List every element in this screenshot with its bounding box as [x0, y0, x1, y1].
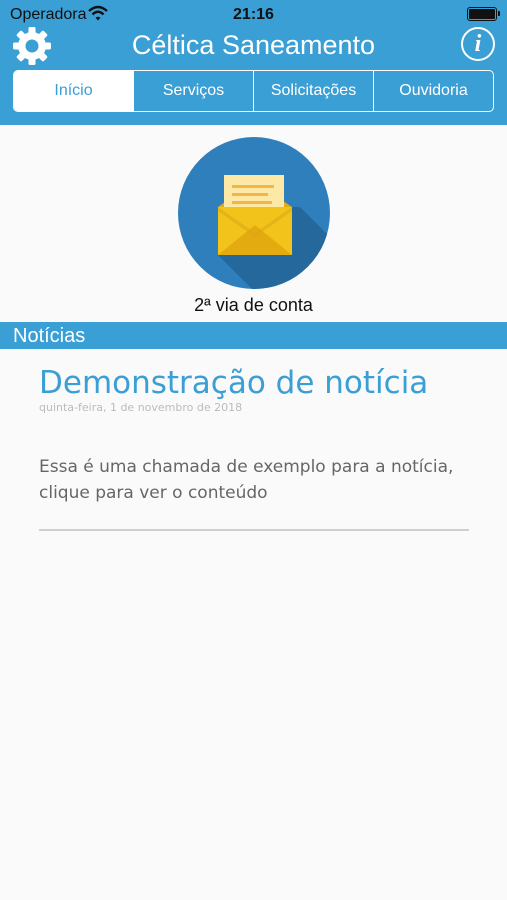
- status-bar: Operadora 21:16: [0, 0, 507, 28]
- news-section-header: Notícias: [0, 322, 507, 349]
- battery-icon: [467, 7, 500, 21]
- news-summary: Essa é uma chamada de exemplo para a not…: [39, 457, 454, 503]
- app-header: Operadora 21:16 Céltica Saneamento i Iní…: [0, 0, 507, 125]
- tab-ouvidoria[interactable]: Ouvidoria: [373, 71, 493, 111]
- news-section-title: Notícias: [13, 325, 86, 347]
- tab-solicitacoes[interactable]: Solicitações: [253, 71, 373, 111]
- news-divider: [39, 529, 469, 531]
- status-time: 21:16: [233, 6, 274, 23]
- segmented-tabs: Início Serviços Solicitações Ouvidoria: [13, 70, 494, 112]
- app-title: Céltica Saneamento: [131, 30, 376, 60]
- news-title: Demonstração de notícia: [39, 365, 429, 401]
- info-button[interactable]: i: [461, 27, 495, 61]
- news-item[interactable]: Demonstração de notícia quinta-feira, 1 …: [39, 360, 469, 506]
- tab-servicos[interactable]: Serviços: [133, 71, 253, 111]
- bill-copy-label[interactable]: 2ª via de conta: [0, 295, 507, 316]
- tab-inicio[interactable]: Início: [14, 71, 133, 111]
- bill-copy-icon[interactable]: [178, 137, 330, 289]
- info-icon: i: [474, 31, 482, 57]
